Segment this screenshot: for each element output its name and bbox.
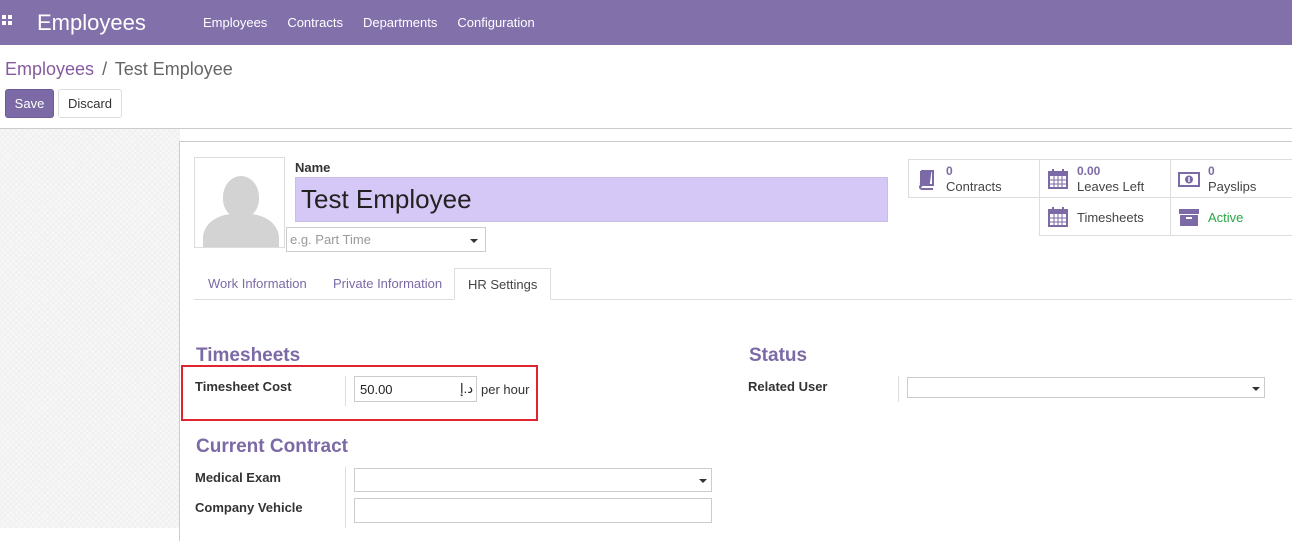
employee-name-input[interactable]: Test Employee (295, 177, 888, 222)
payslips-stat-button[interactable]: 0 Payslips (1170, 159, 1292, 198)
money-icon (1178, 172, 1200, 187)
company-vehicle-input[interactable] (354, 498, 712, 523)
related-user-label: Related User (748, 379, 828, 394)
save-button[interactable]: Save (5, 89, 54, 118)
contracts-count: 0 (946, 164, 953, 178)
status-section-title: Status (749, 345, 808, 366)
name-label: Name (295, 160, 331, 175)
active-toggle-button[interactable]: Active (1170, 197, 1292, 236)
breadcrumb-employees-link[interactable]: Employees (5, 59, 94, 79)
app-title: Employees (37, 10, 146, 35)
active-status-label: Active (1208, 210, 1244, 225)
form-background (0, 129, 180, 528)
leaves-label: Leaves Left (1077, 179, 1145, 194)
contracts-label: Contracts (946, 179, 1002, 194)
chevron-down-icon (699, 479, 707, 483)
top-navbar: Employees Employees Contracts Department… (0, 0, 1292, 45)
company-vehicle-label: Company Vehicle (195, 500, 303, 515)
medical-exam-label: Medical Exam (195, 470, 281, 485)
breadcrumb-separator: / (102, 59, 108, 79)
job-title-placeholder: e.g. Part Time (290, 232, 371, 247)
chevron-down-icon (1252, 387, 1260, 391)
field-divider (345, 467, 346, 528)
current-contract-section-title: Current Contract (196, 436, 349, 457)
menu-item-configuration[interactable]: Configuration (447, 15, 544, 30)
medical-exam-date-input[interactable] (354, 468, 712, 492)
main-menu: Employees Contracts Departments Configur… (193, 0, 545, 45)
book-icon (918, 170, 934, 190)
control-panel-divider (0, 128, 1292, 129)
avatar-placeholder-body (203, 214, 279, 247)
calendar-icon (1048, 207, 1068, 227)
timesheets-stat-button[interactable]: Timesheets (1039, 197, 1171, 236)
archive-icon (1179, 209, 1199, 226)
timesheets-label: Timesheets (1077, 210, 1144, 225)
breadcrumb-current: Test Employee (114, 59, 233, 79)
discard-button[interactable]: Discard (58, 89, 122, 118)
contracts-stat-button[interactable]: 0 Contracts (908, 159, 1040, 198)
avatar-placeholder-head (223, 176, 259, 218)
related-user-select[interactable] (907, 377, 1265, 398)
apps-grid-icon[interactable] (2, 15, 12, 25)
highlight-annotation (181, 365, 538, 421)
menu-item-employees[interactable]: Employees (193, 15, 277, 30)
employee-avatar[interactable] (194, 157, 285, 248)
timesheets-section-title: Timesheets (196, 345, 301, 366)
tab-private-information[interactable]: Private Information (333, 268, 442, 300)
payslips-label: Payslips (1208, 179, 1257, 194)
field-divider (898, 376, 899, 402)
calendar-icon (1048, 169, 1068, 189)
payslips-count: 0 (1208, 164, 1215, 178)
leaves-count: 0.00 (1077, 164, 1101, 178)
job-title-select[interactable]: e.g. Part Time (286, 227, 486, 252)
leaves-stat-button[interactable]: 0.00 Leaves Left (1039, 159, 1171, 198)
breadcrumb: Employees / Test Employee (5, 59, 233, 80)
chevron-down-icon (470, 239, 478, 243)
menu-item-contracts[interactable]: Contracts (277, 15, 353, 30)
tab-hr-settings[interactable]: HR Settings (454, 268, 552, 300)
menu-item-departments[interactable]: Departments (353, 15, 447, 30)
tab-work-information[interactable]: Work Information (208, 268, 307, 300)
